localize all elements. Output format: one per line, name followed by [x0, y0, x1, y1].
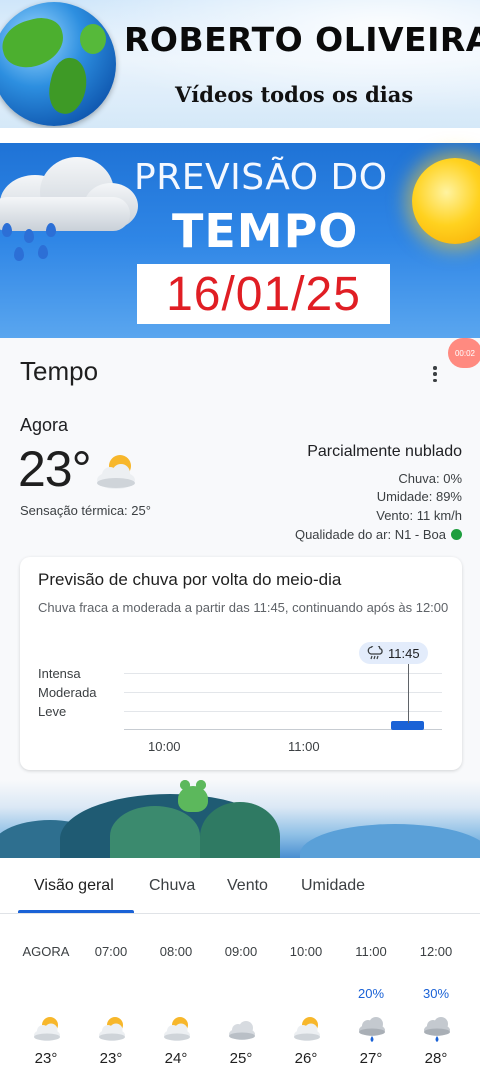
rain-cloud-icon	[359, 1017, 385, 1042]
gridline	[124, 673, 442, 674]
rain-chance: Chuva: 0%	[398, 471, 462, 486]
hour-temperature: 27°	[359, 1050, 383, 1066]
feels-like: Sensação térmica: 25°	[20, 503, 151, 518]
hourly-forecast[interactable]: AGORA 23° 07:00 23° 08:00 24° 09:00 25° 10:00 26°…	[0, 914, 480, 1066]
partly-cloudy-icon	[34, 1017, 60, 1041]
tab-humidity[interactable]: Umidade	[301, 877, 365, 895]
hour-temperature: 24°	[164, 1050, 188, 1066]
hour-temperature: 23°	[99, 1050, 123, 1066]
level-label-heavy: Intensa	[38, 666, 81, 681]
current-temperature: 23°	[18, 441, 92, 497]
hour-temperature: 28°	[424, 1050, 448, 1066]
partly-cloudy-icon	[294, 1017, 320, 1041]
partly-cloudy-icon	[99, 1017, 125, 1041]
rain-forecast-card[interactable]: Previsão de chuva por volta do meio-dia …	[20, 557, 462, 770]
hour-time: 12:00	[419, 944, 453, 959]
channel-tagline: Vídeos todos os dias	[175, 82, 414, 107]
gridline	[124, 692, 442, 693]
marker-time: 11:45	[388, 645, 420, 661]
humidity: Umidade: 89%	[376, 489, 462, 504]
level-label-light: Leve	[38, 704, 67, 719]
rain-forecast-description: Chuva fraca a moderada a partir das 11:4…	[38, 600, 449, 615]
air-quality-label: Qualidade do ar: N1 - Boa	[294, 527, 446, 542]
partly-cloudy-icon	[164, 1017, 190, 1041]
time-tick: 11:00	[288, 739, 320, 754]
timer-badge: 00:02	[448, 338, 480, 368]
rain-cloud-icon	[424, 1017, 450, 1042]
hour-temperature: 26°	[294, 1050, 318, 1066]
title-line-2: TEMPO	[172, 204, 359, 258]
banner-divider	[0, 128, 480, 143]
hour-time: AGORA	[22, 944, 70, 959]
hour-time: 07:00	[94, 944, 128, 959]
hour-temperature: 23°	[34, 1050, 58, 1066]
time-marker-line	[408, 663, 409, 723]
gridline	[124, 711, 442, 712]
forecast-date: 16/01/25	[166, 267, 361, 321]
channel-banner: ROBERTO OLIVEIRA Vídeos todos os dias	[0, 0, 480, 130]
hour-time: 10:00	[289, 944, 323, 959]
time-marker-chip: 11:45	[359, 642, 428, 664]
air-quality[interactable]: Qualidade do ar: N1 - Boa	[295, 527, 462, 542]
air-quality-dot	[451, 529, 462, 540]
now-label: Agora	[20, 415, 69, 435]
frog-mascot	[178, 780, 208, 812]
landscape-illustration	[0, 780, 480, 858]
rain-forecast-title: Previsão de chuva por volta do meio-dia	[38, 570, 342, 589]
rain-cloud-icon	[367, 646, 383, 660]
hour-time: 09:00	[224, 944, 258, 959]
tab-rain[interactable]: Chuva	[149, 877, 195, 895]
cloudy-icon	[229, 1021, 255, 1040]
tab-wind[interactable]: Vento	[227, 877, 268, 895]
date-box: 16/01/25	[137, 264, 390, 324]
app-title: Tempo	[20, 356, 99, 386]
wind: Vento: 11 km/h	[376, 508, 462, 523]
time-tick: 10:00	[148, 739, 181, 754]
active-tab-indicator	[18, 910, 134, 913]
condition-text: Parcialmente nublado	[307, 443, 462, 460]
tab-bar: Visão geral Chuva Vento Umidade	[0, 858, 480, 914]
channel-name: ROBERTO OLIVEIRA	[124, 20, 480, 59]
hour-time: 08:00	[159, 944, 193, 959]
more-options-icon[interactable]	[428, 364, 442, 384]
hour-time: 11:00	[355, 944, 387, 959]
hour-temperature: 25°	[229, 1050, 253, 1066]
tab-overview[interactable]: Visão geral	[34, 877, 114, 895]
title-line-1: PREVISÃO DO	[134, 157, 388, 198]
partly-cloudy-icon	[97, 455, 135, 489]
hour-precip-chance: 30%	[422, 986, 450, 1001]
level-label-moderate: Moderada	[38, 685, 97, 700]
hour-precip-chance: 20%	[357, 986, 385, 1001]
rain-cloud-icon	[0, 153, 140, 233]
